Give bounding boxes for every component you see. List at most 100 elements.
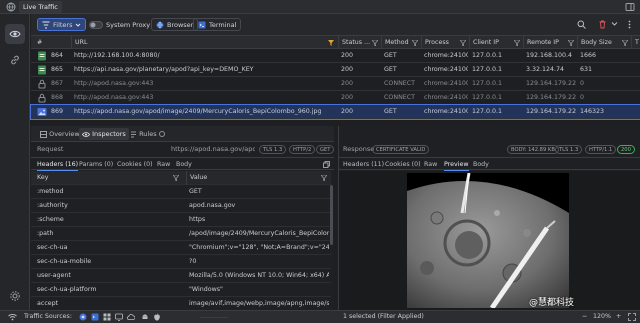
source-windows-icon[interactable]	[103, 313, 111, 321]
json-icon	[37, 65, 47, 75]
header-key: user-agent	[37, 272, 71, 279]
scrollbar-thumb[interactable]	[330, 185, 333, 245]
source-system-icon[interactable]	[115, 313, 123, 321]
filter-funnel-icon[interactable]	[321, 175, 327, 181]
header-row[interactable]: user-agent Mozilla/5.0 (Windows NT 10.0; …	[31, 269, 331, 283]
table-row[interactable]: 867 http://apod.nasa.gov:443 200 CONNECT…	[31, 77, 640, 91]
table-row[interactable]: 865 https://api.nasa.gov/planetary/apod?…	[31, 63, 640, 77]
tls-badge: TLS 1.3	[555, 145, 583, 154]
column-header-process[interactable]: Process	[421, 36, 469, 49]
sidebar-settings-button[interactable]	[5, 286, 25, 306]
header-row[interactable]: sec-ch-ua-mobile ?0	[31, 255, 331, 269]
method-badge: GET	[316, 145, 335, 154]
header-key: accept	[37, 300, 59, 307]
browser-button[interactable]: Browser	[151, 18, 199, 31]
subtab-raw[interactable]: Raw	[157, 158, 170, 171]
tab-rules[interactable]: Rules	[127, 128, 168, 140]
tls-badge: TLS 1.3	[259, 145, 287, 154]
subtab-body[interactable]: Body	[176, 158, 192, 171]
header-row[interactable]: sec-ch-ua "Chromium";v="128", "Not;A=Bran…	[31, 241, 331, 255]
header-row[interactable]: accept image/avif,image/webp,image/apng,i…	[31, 297, 331, 311]
filter-funnel-icon[interactable]	[372, 40, 378, 46]
table-row[interactable]: 864 http://192.168.100.4:8080/ 200 GET c…	[31, 49, 640, 63]
filter-funnel-icon[interactable]	[412, 40, 418, 46]
key-column-header[interactable]: Key	[37, 171, 177, 185]
filters-button[interactable]: Filters	[37, 18, 87, 31]
clear-button[interactable]	[593, 18, 611, 31]
filter-funnel-icon[interactable]	[173, 175, 179, 181]
header-row[interactable]: :method GET	[31, 185, 331, 199]
filter-funnel-icon[interactable]	[622, 40, 628, 46]
row-status: 200	[341, 52, 354, 59]
row-url: https://apod.nasa.gov/apod/image/2409/Me…	[74, 108, 322, 115]
value-column-header[interactable]: Value	[186, 171, 326, 185]
zoom-out-button[interactable]: −	[582, 311, 587, 323]
wifi-icon	[8, 313, 17, 321]
row-process: chrome:24100	[424, 108, 468, 115]
subtab-headers[interactable]: Headers (11)	[343, 158, 384, 171]
sidebar-link-button[interactable]	[5, 50, 25, 70]
lock-icon	[37, 79, 47, 89]
http-version-badge: HTTP/1.1	[585, 145, 617, 154]
header-value: "Chromium";v="128", "Not;A=Brand";v="24"…	[189, 244, 329, 251]
subtab-preview[interactable]: Preview	[444, 158, 469, 171]
panel-toggle-icon[interactable]	[625, 2, 635, 12]
gear-icon	[9, 290, 21, 302]
source-chrome-icon[interactable]	[79, 313, 87, 321]
table-row-selected[interactable]: 869 https://apod.nasa.gov/apod/image/240…	[30, 104, 640, 120]
row-status: 200	[341, 66, 354, 73]
row-status: 200	[341, 80, 354, 87]
source-cloud-icon[interactable]	[127, 313, 135, 321]
subtab-headers[interactable]: Headers (16)	[37, 158, 79, 171]
source-terminal-icon[interactable]	[91, 313, 99, 321]
system-proxy-toggle[interactable]: System Proxy	[85, 18, 154, 31]
subtab-body[interactable]: Body	[473, 158, 489, 171]
header-row[interactable]: :scheme https	[31, 213, 331, 227]
filter-funnel-icon[interactable]	[328, 40, 334, 46]
fullscreen-icon[interactable]	[628, 313, 636, 321]
header-value: GET	[189, 188, 202, 195]
zoom-in-button[interactable]: +	[616, 311, 621, 323]
tab-live-traffic[interactable]: Live Traffic	[19, 1, 62, 13]
request-label: Request	[37, 145, 64, 153]
window-title: Live Traffic	[23, 3, 58, 11]
header-row[interactable]: sec-ch-ua-platform "Windows"	[31, 283, 331, 297]
filter-funnel-icon[interactable]	[460, 40, 466, 46]
column-header-status-label: Status ...	[342, 39, 371, 46]
column-header-body-size[interactable]: Body Size	[577, 36, 631, 49]
column-header-id[interactable]: #	[31, 36, 71, 49]
column-header-url[interactable]: URL	[71, 36, 338, 49]
sidebar-traffic-button[interactable]	[5, 24, 25, 44]
column-header-type[interactable]: T	[631, 36, 640, 49]
chevron-down-icon[interactable]	[611, 20, 618, 27]
more-icon[interactable]	[625, 20, 634, 29]
header-row[interactable]: :path/apod/image/2409/MercuryCaloris_Bep…	[31, 227, 331, 241]
subtab-params[interactable]: Params (0)	[79, 158, 113, 171]
filter-funnel-icon[interactable]	[568, 40, 574, 46]
copy-icon[interactable]	[323, 161, 330, 168]
header-row[interactable]: :authority apod.nasa.gov	[31, 199, 331, 213]
source-apple-icon[interactable]	[153, 313, 161, 321]
terminal-icon	[198, 21, 206, 29]
column-header-client-ip[interactable]: Client IP	[469, 36, 523, 49]
header-key: :scheme	[37, 216, 64, 223]
tab-inspectors[interactable]: Inspectors	[79, 128, 129, 140]
row-id: 867	[51, 80, 64, 87]
source-android-icon[interactable]	[141, 313, 149, 321]
column-header-remote-ip[interactable]: Remote IP	[523, 36, 577, 49]
row-remote-ip: 3.32.124.74	[526, 66, 565, 73]
subtab-cookies[interactable]: Cookies (0)	[385, 158, 421, 171]
column-header-method[interactable]: Method	[381, 36, 421, 49]
tab-overview[interactable]: Overview	[37, 128, 83, 140]
search-icon[interactable]	[577, 20, 586, 29]
subtab-raw[interactable]: Raw	[424, 158, 437, 171]
image-icon	[37, 107, 47, 117]
column-header-status[interactable]: Status ...	[338, 36, 381, 49]
row-body-size: 0	[580, 94, 585, 101]
terminal-button[interactable]: Terminal	[193, 18, 242, 31]
filter-funnel-icon[interactable]	[514, 40, 520, 46]
inspector-area: Overview Inspectors Rules Request https:…	[31, 126, 640, 310]
subtab-cookies[interactable]: Cookies (0)	[117, 158, 153, 171]
row-process: chrome:24100	[424, 66, 468, 73]
table-row[interactable]: 868 http://apod.nasa.gov:443 200 CONNECT…	[31, 91, 640, 105]
